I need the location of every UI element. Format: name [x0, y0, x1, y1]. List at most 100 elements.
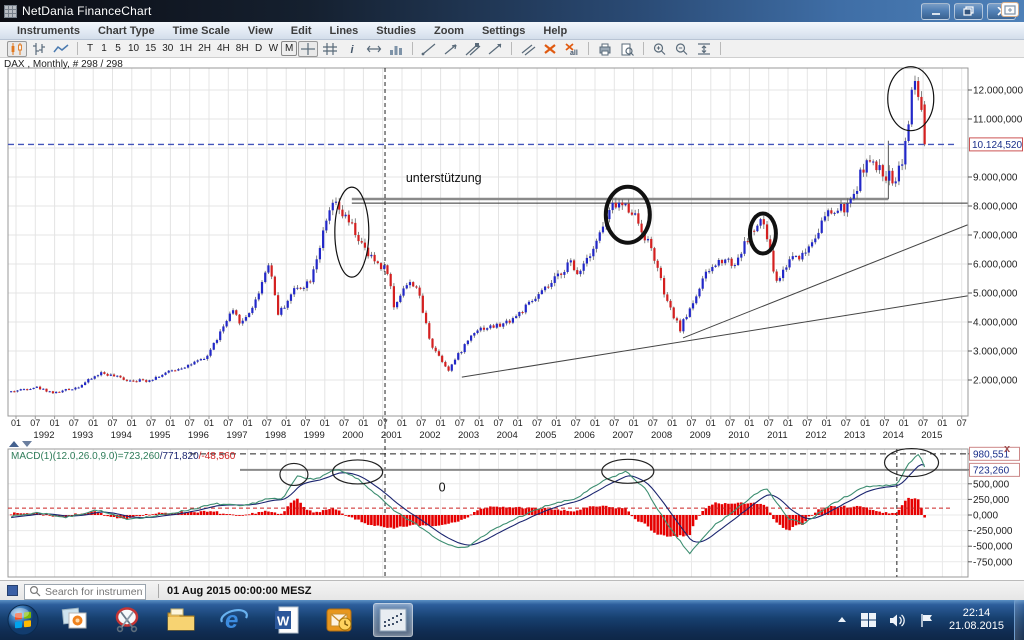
- price-axis-label: 7.000,000: [973, 231, 1018, 242]
- year-label: 2015: [921, 430, 942, 441]
- timeframe-30[interactable]: 30: [159, 42, 176, 55]
- status-separator: [158, 584, 159, 598]
- ray-icon[interactable]: [485, 41, 505, 57]
- search-icon: [29, 585, 41, 597]
- grid-icon[interactable]: [320, 41, 340, 57]
- trendline-icon[interactable]: [419, 41, 439, 57]
- photo-viewer-icon[interactable]: [55, 603, 95, 637]
- timeframe-t[interactable]: T: [83, 42, 97, 55]
- year-label: 2002: [419, 430, 440, 441]
- x-tick-label: 01: [281, 418, 291, 428]
- popout-chart-icon[interactable]: [1001, 2, 1019, 17]
- timeframe-8h[interactable]: 8H: [233, 42, 252, 55]
- menu-zoom[interactable]: Zoom: [425, 25, 473, 37]
- show-desktop-button[interactable]: [1014, 600, 1024, 640]
- channel-icon[interactable]: [463, 41, 483, 57]
- word-icon[interactable]: W: [267, 603, 307, 637]
- minimize-button[interactable]: [921, 3, 950, 20]
- timeframe-4h[interactable]: 4H: [214, 42, 233, 55]
- close-study-icon[interactable]: x: [1004, 443, 1011, 455]
- macd-axis-label: 723,260: [973, 465, 1010, 476]
- speaker-icon[interactable]: [889, 613, 907, 628]
- timeframe-10[interactable]: 10: [125, 42, 142, 55]
- tray-expand-icon[interactable]: [836, 615, 848, 625]
- internet-explorer-icon[interactable]: e: [214, 603, 254, 637]
- year-label: 2000: [342, 430, 363, 441]
- toolbar-separator: [412, 42, 413, 55]
- start-orb[interactable]: [4, 601, 42, 639]
- price-axis-label: 3.000,000: [973, 347, 1018, 358]
- menu-chart-type[interactable]: Chart Type: [89, 25, 164, 37]
- toolbar-separator: [77, 42, 78, 55]
- x-tick-label: 01: [860, 418, 870, 428]
- menu-edit[interactable]: Edit: [282, 25, 321, 37]
- menu-lines[interactable]: Lines: [321, 25, 368, 37]
- timeframe-2h[interactable]: 2H: [195, 42, 214, 55]
- menu-settings[interactable]: Settings: [473, 25, 534, 37]
- netdania-chart-icon[interactable]: [373, 603, 413, 637]
- current-price-label: 10.124,520: [972, 140, 1022, 151]
- year-label: 2003: [458, 430, 479, 441]
- zoom-fit-icon[interactable]: [694, 41, 714, 57]
- menu-view[interactable]: View: [239, 25, 282, 37]
- search-input[interactable]: [24, 584, 146, 600]
- price-axis-label: 12.000,000: [973, 86, 1023, 97]
- delete-icon[interactable]: [540, 41, 560, 57]
- timeframe-d[interactable]: D: [252, 42, 266, 55]
- chart-area[interactable]: unterstützung012.000,00011.000,0009.000,…: [0, 58, 1024, 580]
- scroll-up-icon[interactable]: [9, 441, 19, 447]
- file-explorer-icon[interactable]: [161, 603, 201, 637]
- macd-study-label: MACD(1)(12.0,26.0,9.0)=723,260/771,820/-…: [11, 451, 236, 462]
- print-icon[interactable]: [595, 41, 615, 57]
- x-tick-label: 07: [764, 418, 774, 428]
- snipping-tool-icon[interactable]: [108, 603, 148, 637]
- menu-instruments[interactable]: Instruments: [8, 25, 89, 37]
- crosshair-icon[interactable]: [298, 41, 318, 57]
- outlook-icon[interactable]: [320, 603, 360, 637]
- x-tick-label: 01: [88, 418, 98, 428]
- timeframe-1[interactable]: 1: [97, 42, 111, 55]
- x-tick-label: 07: [725, 418, 735, 428]
- restore-button[interactable]: [954, 3, 983, 20]
- x-tick-label: 07: [609, 418, 619, 428]
- x-tick-label: 07: [146, 418, 156, 428]
- x-tick-label: 07: [879, 418, 889, 428]
- zoom-out-icon[interactable]: [672, 41, 692, 57]
- x-tick-label: 01: [590, 418, 600, 428]
- timeframe-15[interactable]: 15: [142, 42, 159, 55]
- text-annotation: 0: [439, 480, 446, 494]
- action-center-flag-icon[interactable]: [919, 613, 935, 628]
- timeframe-w[interactable]: W: [266, 42, 281, 55]
- restore-icon: [963, 6, 974, 16]
- delete-all-icon[interactable]: all: [562, 41, 582, 57]
- volume-icon[interactable]: [386, 41, 406, 57]
- line-chart-icon[interactable]: [51, 41, 71, 57]
- x-tick-label: 07: [107, 418, 117, 428]
- clock-date: 21.08.2015: [949, 620, 1004, 633]
- trendline-arrow-icon[interactable]: [441, 41, 461, 57]
- price-axis-label: 6.000,000: [973, 260, 1018, 271]
- tray-clock[interactable]: 22:14 21.08.2015: [949, 607, 1004, 633]
- ohlc-chart-icon[interactable]: [29, 41, 49, 57]
- timeframe-1h[interactable]: 1H: [176, 42, 195, 55]
- print-preview-icon[interactable]: [617, 41, 637, 57]
- menu-help[interactable]: Help: [534, 25, 576, 37]
- parallel-lines-icon[interactable]: [518, 41, 538, 57]
- x-tick-label: 07: [802, 418, 812, 428]
- info-icon[interactable]: i: [342, 41, 362, 57]
- timeframe-m-selected[interactable]: M: [281, 41, 297, 56]
- network-icon[interactable]: [860, 612, 877, 628]
- menu-studies[interactable]: Studies: [367, 25, 425, 37]
- zoom-in-icon[interactable]: [650, 41, 670, 57]
- minimize-icon: [931, 7, 941, 16]
- x-tick-label: 07: [416, 418, 426, 428]
- scroll-down-icon[interactable]: [22, 441, 32, 447]
- title-bar[interactable]: NetDania FinanceChart: [0, 0, 1024, 22]
- macd-axis-label: -500,000: [973, 542, 1013, 553]
- x-tick-label: 01: [629, 418, 639, 428]
- macd-axis-label: -250,000: [973, 526, 1013, 537]
- timeframe-5[interactable]: 5: [111, 42, 125, 55]
- hscroll-icon[interactable]: [364, 41, 384, 57]
- menu-time-scale[interactable]: Time Scale: [164, 25, 239, 37]
- candlestick-chart-icon[interactable]: [7, 41, 27, 57]
